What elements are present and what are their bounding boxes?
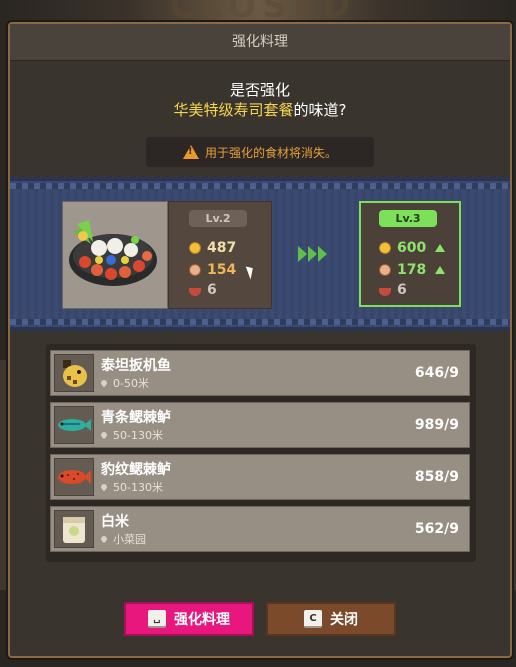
- ingredient-row[interactable]: 泰坦扳机鱼 0-50米 646/9: [50, 350, 470, 396]
- location-pin-icon: [99, 378, 109, 388]
- coin-icon: [189, 242, 201, 254]
- ingredient-count: 646/9: [414, 365, 459, 381]
- titan-triggerfish-icon: [54, 354, 94, 392]
- warning-icon: [182, 145, 199, 159]
- close-label: 关闭: [330, 612, 358, 628]
- enhance-dish-label: 强化料理: [174, 612, 230, 628]
- taste-face-icon: [189, 264, 201, 276]
- current-level-card: Lv.2 487 154 6: [168, 201, 272, 309]
- next-price-stat: 600: [379, 240, 446, 256]
- ingredient-row[interactable]: 白米 小菜园 562/9: [50, 506, 470, 552]
- enhance-dish-dialog: 强化料理 是否强化 华美特级寿司套餐的味道? 用于强化的食材将消失。: [8, 22, 512, 658]
- close-button[interactable]: C 关闭: [266, 602, 396, 636]
- ingredient-row[interactable]: 青条鳃棘鲈 50-130米 989/9: [50, 402, 470, 448]
- increase-arrow-icon: [435, 244, 446, 252]
- next-level-card: Lv.3 600 178 6: [359, 201, 461, 307]
- next-level-badge: Lv.3: [379, 210, 437, 227]
- ingredient-location: 50-130米: [99, 427, 163, 443]
- question-line-2: 华美特级寿司套餐的味道?: [10, 99, 510, 120]
- ingredient-row[interactable]: 豹纹鳃棘鲈 50-130米 858/9: [50, 454, 470, 500]
- warning-banner: 用于强化的食材将消失。: [146, 137, 374, 167]
- next-taste: 178: [397, 262, 427, 278]
- ingredient-name: 白米: [101, 514, 129, 530]
- current-level-badge: Lv.2: [189, 210, 247, 227]
- warning-text: 用于强化的食材将消失。: [204, 145, 337, 160]
- current-taste: 154: [207, 262, 237, 278]
- current-servings-stat: 6: [189, 282, 217, 298]
- question-line-1: 是否强化: [229, 81, 290, 99]
- taste-face-icon: [379, 264, 391, 276]
- upgrade-arrows-icon: [298, 246, 327, 262]
- ingredient-location: 0-50米: [99, 375, 149, 391]
- question-tail: 的味道?: [293, 101, 347, 119]
- next-price: 600: [397, 240, 427, 256]
- current-price: 487: [207, 240, 237, 256]
- bowl-icon: [189, 288, 201, 296]
- leopard-coral-grouper-icon: [54, 458, 94, 496]
- dish-image: [62, 201, 168, 309]
- c-key-icon: C: [304, 610, 322, 628]
- dialog-title: 强化料理: [10, 24, 510, 61]
- ingredient-location: 50-130米: [99, 479, 163, 495]
- ingredient-name: 青条鳃棘鲈: [101, 410, 171, 426]
- bowl-icon: [379, 288, 391, 296]
- next-servings: 6: [397, 282, 407, 298]
- location-pin-icon: [99, 430, 109, 440]
- ingredient-location: 小菜园: [99, 531, 146, 547]
- ingredient-name: 泰坦扳机鱼: [101, 358, 171, 374]
- ingredient-count: 858/9: [414, 469, 459, 485]
- ingredient-count: 989/9: [414, 417, 459, 433]
- sushi-platter-icon: [69, 220, 157, 286]
- ingredient-list: 泰坦扳机鱼 0-50米 646/9 青条鳃棘鲈 50-130米 989/9 豹纹…: [46, 344, 476, 562]
- increase-arrow-icon: [435, 266, 446, 274]
- location-pin-icon: [99, 534, 109, 544]
- ingredient-name: 豹纹鳃棘鲈: [101, 462, 171, 478]
- rice-icon: [54, 510, 94, 548]
- enhance-dish-button[interactable]: ␣ 强化料理: [124, 602, 254, 636]
- current-price-stat: 487: [189, 240, 236, 256]
- green-coral-grouper-icon: [54, 406, 94, 444]
- current-taste-stat: 154: [189, 262, 236, 278]
- location-pin-icon: [99, 482, 109, 492]
- current-servings: 6: [207, 282, 217, 298]
- space-key-icon: ␣: [148, 610, 166, 628]
- dish-name: 华美特级寿司套餐: [173, 101, 294, 119]
- coin-icon: [379, 242, 391, 254]
- next-servings-stat: 6: [379, 282, 407, 298]
- next-taste-stat: 178: [379, 262, 446, 278]
- ingredient-count: 562/9: [414, 521, 459, 537]
